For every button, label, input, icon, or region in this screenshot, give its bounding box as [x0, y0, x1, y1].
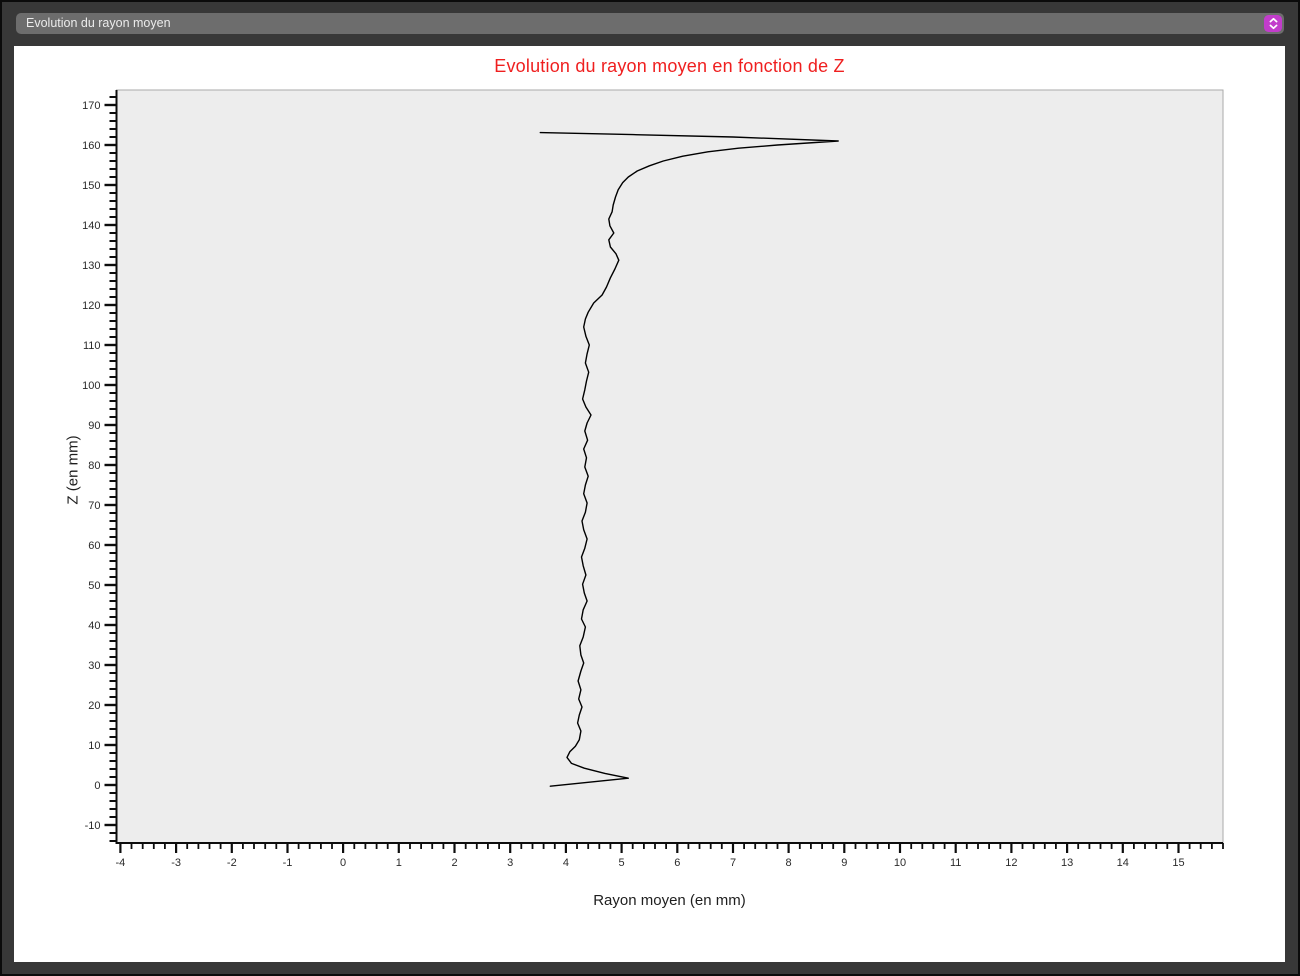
svg-text:12: 12 — [1005, 857, 1017, 869]
svg-text:170: 170 — [82, 100, 100, 112]
svg-text:40: 40 — [88, 620, 100, 632]
svg-text:4: 4 — [563, 857, 569, 869]
svg-text:2: 2 — [451, 857, 457, 869]
svg-text:5: 5 — [619, 857, 625, 869]
svg-text:70: 70 — [88, 500, 100, 512]
svg-text:90: 90 — [88, 420, 100, 432]
svg-text:0: 0 — [340, 857, 346, 869]
svg-text:80: 80 — [88, 460, 100, 472]
plot-area: -4-3-2-10123456789101112131415-100102030… — [14, 46, 1285, 962]
svg-text:6: 6 — [674, 857, 680, 869]
svg-text:14: 14 — [1117, 857, 1129, 869]
svg-text:-3: -3 — [171, 857, 181, 869]
svg-text:15: 15 — [1172, 857, 1184, 869]
toolbar: Evolution du rayon moyen — [2, 2, 1298, 46]
chart-selector-dropdown[interactable]: Evolution du rayon moyen — [16, 13, 1284, 34]
svg-text:8: 8 — [786, 857, 792, 869]
svg-text:110: 110 — [83, 340, 101, 352]
svg-text:3: 3 — [507, 857, 513, 869]
svg-text:-1: -1 — [283, 857, 293, 869]
svg-text:10: 10 — [894, 857, 906, 869]
dropdown-stepper-button[interactable] — [1264, 15, 1282, 32]
svg-text:-10: -10 — [85, 820, 101, 832]
svg-text:30: 30 — [88, 660, 100, 672]
chevron-up-down-icon — [1268, 17, 1279, 30]
y-axis-label: Z (en mm) — [65, 435, 82, 504]
svg-text:-2: -2 — [227, 857, 237, 869]
svg-text:13: 13 — [1061, 857, 1073, 869]
chart-canvas: Evolution du rayon moyen en fonction de … — [14, 46, 1285, 962]
svg-text:-4: -4 — [116, 857, 126, 869]
svg-text:150: 150 — [82, 180, 100, 192]
svg-text:140: 140 — [82, 220, 100, 232]
svg-text:120: 120 — [82, 300, 100, 312]
svg-text:100: 100 — [82, 380, 100, 392]
svg-text:9: 9 — [841, 857, 847, 869]
svg-text:7: 7 — [730, 857, 736, 869]
svg-text:160: 160 — [82, 140, 100, 152]
chart-selector-value: Evolution du rayon moyen — [26, 13, 171, 34]
x-axis-label: Rayon moyen (en mm) — [116, 892, 1223, 909]
svg-text:20: 20 — [88, 700, 100, 712]
svg-text:130: 130 — [82, 260, 100, 272]
svg-text:1: 1 — [396, 857, 402, 869]
app-window: Evolution du rayon moyen Evolution du ra… — [0, 0, 1300, 976]
svg-text:50: 50 — [88, 580, 100, 592]
svg-text:11: 11 — [950, 857, 961, 869]
svg-text:10: 10 — [88, 740, 100, 752]
svg-text:60: 60 — [88, 540, 100, 552]
svg-text:0: 0 — [94, 780, 100, 792]
